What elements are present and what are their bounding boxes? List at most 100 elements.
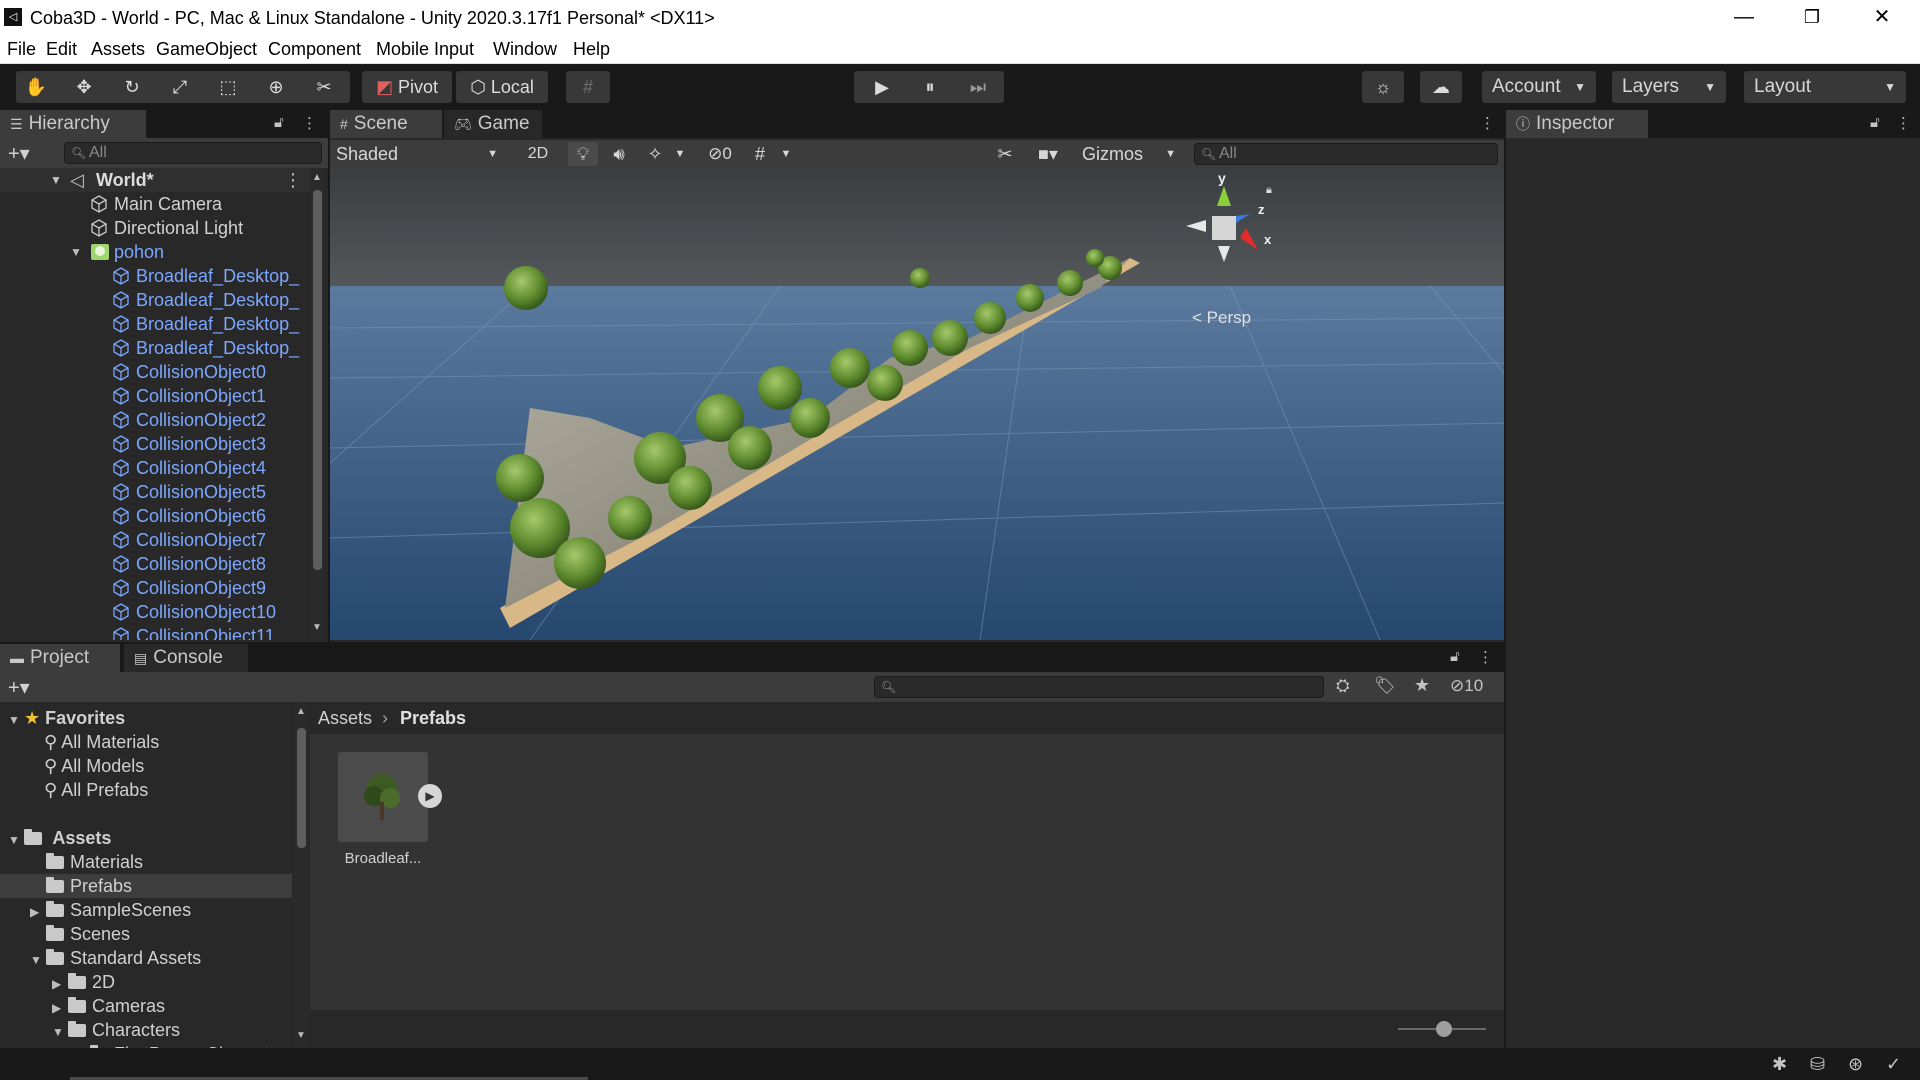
tab-game[interactable]: 🎮︎ Game	[444, 110, 542, 138]
collapse-arrow-icon[interactable]: ▶	[30, 900, 46, 924]
folder-item[interactable]: ▶ Cameras	[0, 994, 292, 1018]
scroll-down-icon[interactable]: ▼	[312, 622, 322, 633]
scene-menu-icon[interactable]: ⋮	[284, 168, 302, 192]
hierarchy-item[interactable]: Broadleaf_Desktop_	[0, 288, 316, 312]
scale-tool-icon[interactable]: ⤢	[162, 71, 198, 103]
hierarchy-item[interactable]: CollisionObject6	[0, 504, 316, 528]
gizmos-dropdown[interactable]: Gizmos ▼	[1082, 142, 1180, 166]
pivot-toggle[interactable]: ◩ Pivot	[362, 71, 452, 103]
hierarchy-item[interactable]: CollisionObject5	[0, 480, 316, 504]
hidden-objects-toggle[interactable]: ⊘0	[698, 142, 742, 166]
kebab-menu-icon[interactable]: ⋮	[1896, 114, 1911, 132]
tab-console[interactable]: ▤ Console	[124, 644, 248, 672]
menu-window[interactable]: Window	[493, 39, 557, 60]
local-toggle[interactable]: ⬡ Local	[456, 71, 548, 103]
breadcrumb-prefabs[interactable]: Prefabs	[400, 702, 466, 734]
kebab-menu-icon[interactable]: ⋮	[302, 114, 317, 132]
hierarchy-scrollbar[interactable]: ▲ ▼	[310, 168, 324, 640]
tab-project[interactable]: ▬ Project	[0, 644, 120, 672]
maximize-button[interactable]: ❐	[1778, 0, 1846, 36]
add-icon[interactable]: +▾	[8, 675, 30, 700]
mode-2d-toggle[interactable]: 2D	[520, 142, 556, 166]
hierarchy-item[interactable]: CollisionObject8	[0, 552, 316, 576]
hierarchy-scroll-thumb[interactable]	[313, 190, 322, 570]
custom-tool-icon[interactable]: ✂	[306, 71, 342, 103]
layers-dropdown[interactable]: Layers ▼	[1612, 71, 1726, 103]
zoom-slider-handle[interactable]	[1436, 1021, 1452, 1037]
grid-snap-button[interactable]: #	[566, 71, 610, 103]
play-icon[interactable]: ▶	[860, 71, 904, 103]
debug-bug-icon[interactable]: ✱	[1772, 1054, 1787, 1075]
kebab-menu-icon[interactable]: ⋮	[1480, 114, 1495, 132]
scroll-up-icon[interactable]: ▲	[296, 706, 306, 717]
expand-arrow-icon[interactable]: ▼	[70, 240, 82, 264]
folder-item[interactable]: ▼ Standard Assets	[0, 946, 292, 970]
folder-item[interactable]: Materials	[0, 850, 292, 874]
move-tool-icon[interactable]: ✥	[66, 71, 102, 103]
folder-item[interactable]: ▼ Characters	[0, 1018, 292, 1042]
favorite-item[interactable]: ⚲ All Prefabs	[44, 778, 148, 802]
scroll-down-icon[interactable]: ▼	[296, 1030, 306, 1041]
audio-icon[interactable]: 🔊︎	[604, 142, 634, 166]
hierarchy-item[interactable]: CollisionObject7	[0, 528, 316, 552]
orientation-gizmo[interactable]: y z x 🔒︎	[1174, 170, 1274, 276]
chevron-down-icon[interactable]: ▼	[670, 142, 690, 166]
hierarchy-item[interactable]: CollisionObject1	[0, 384, 316, 408]
hierarchy-item[interactable]: Broadleaf_Desktop_	[0, 312, 316, 336]
menu-assets[interactable]: Assets	[91, 39, 145, 60]
cloud-button[interactable]: ☁	[1420, 71, 1462, 103]
kebab-menu-icon[interactable]: ⋮	[1478, 648, 1493, 666]
hierarchy-item[interactable]: CollisionObject3	[0, 432, 316, 456]
folder-item[interactable]: ▶ 2D	[0, 970, 292, 994]
menu-file[interactable]: File	[7, 39, 36, 60]
lock-icon[interactable]: 🔓︎	[274, 114, 284, 131]
hand-tool-icon[interactable]: ✋	[18, 71, 54, 103]
effects-icon[interactable]: ✧	[640, 142, 670, 166]
hierarchy-item[interactable]: CollisionObject10	[0, 600, 316, 624]
layout-dropdown[interactable]: Layout ▼	[1744, 71, 1906, 103]
account-dropdown[interactable]: Account ▼	[1482, 71, 1596, 103]
expand-arrow-icon[interactable]: ▼	[30, 948, 46, 972]
add-icon[interactable]: +▾	[8, 141, 30, 166]
step-icon[interactable]: ⏭	[956, 71, 1000, 103]
tab-inspector[interactable]: ⓘ Inspector	[1506, 110, 1648, 138]
folder-item[interactable]: Scenes	[0, 922, 292, 946]
chevron-down-icon[interactable]: ▼	[776, 142, 796, 166]
collab-button[interactable]: ☼	[1362, 71, 1404, 103]
hierarchy-item[interactable]: CollisionObject0	[0, 360, 316, 384]
hierarchy-item[interactable]: ▼ pohon	[0, 240, 316, 264]
hidden-packages-toggle[interactable]: ⊘10	[1450, 676, 1483, 696]
close-button[interactable]: ✕	[1848, 0, 1916, 36]
minimize-button[interactable]: —	[1710, 0, 1778, 36]
hierarchy-item[interactable]: CollisionObject2	[0, 408, 316, 432]
favorites-row[interactable]: ▼ ★ Favorites	[8, 706, 125, 730]
star-icon[interactable]: ★	[1414, 675, 1430, 696]
cache-server-icon[interactable]: ⛁	[1810, 1054, 1825, 1075]
tab-scene[interactable]: # Scene	[330, 110, 442, 138]
pause-icon[interactable]: ⏸	[908, 71, 952, 103]
favorite-item[interactable]: ⚲ All Models	[44, 754, 144, 778]
lock-icon[interactable]: 🔓︎	[1870, 114, 1880, 131]
hierarchy-item[interactable]: CollisionObject11	[0, 624, 316, 640]
shading-mode-dropdown[interactable]: Shaded ▼	[336, 142, 504, 166]
menu-mobile-input[interactable]: Mobile Input	[376, 39, 474, 60]
scroll-up-icon[interactable]: ▲	[312, 172, 322, 183]
breadcrumb-assets[interactable]: Assets	[318, 702, 372, 734]
rect-tool-icon[interactable]: ⬚	[210, 71, 246, 103]
hierarchy-search-input[interactable]: 🔍︎ All	[64, 142, 322, 164]
rotate-tool-icon[interactable]: ↻	[114, 71, 150, 103]
expand-prefab-icon[interactable]: ▶	[418, 784, 442, 808]
asset-thumbnail[interactable]: ▶	[338, 752, 442, 842]
lock-icon[interactable]: 🔒︎	[1266, 184, 1272, 197]
hierarchy-item[interactable]: CollisionObject9	[0, 576, 316, 600]
favorite-item[interactable]: ⚲ All Materials	[44, 730, 159, 754]
project-search-input[interactable]: 🔍︎	[874, 676, 1324, 698]
hierarchy-item[interactable]: Broadleaf_Desktop_	[0, 336, 316, 360]
auto-generate-lighting-icon[interactable]: ⊛	[1848, 1054, 1863, 1075]
projection-toggle[interactable]: < Persp	[1192, 308, 1251, 328]
menu-gameobject[interactable]: GameObject	[156, 39, 257, 60]
scene-viewport[interactable]: y z x 🔒︎ < Persp	[330, 168, 1504, 640]
menu-edit[interactable]: Edit	[46, 39, 77, 60]
scene-row[interactable]: ▼ ◁ World* ⋮	[0, 168, 316, 192]
project-tree-scroll-thumb[interactable]	[297, 728, 306, 848]
